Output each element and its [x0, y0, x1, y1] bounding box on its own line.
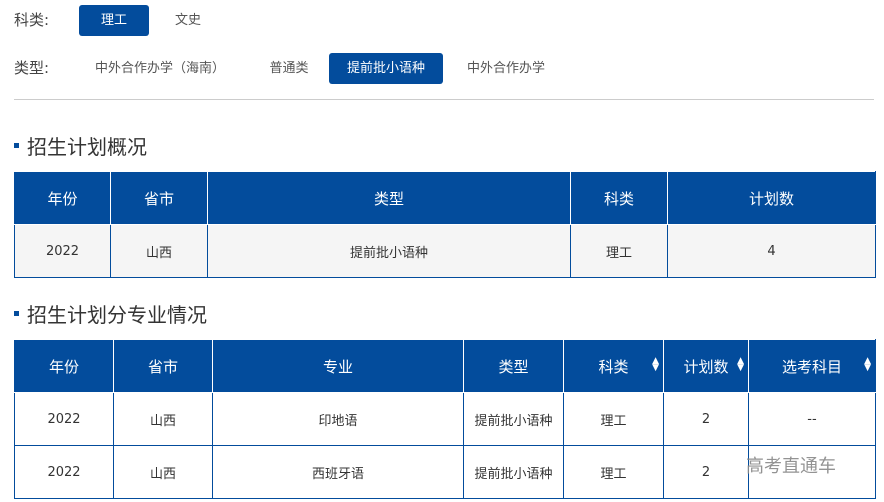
divider — [14, 99, 874, 100]
square-bullet-icon — [14, 143, 19, 148]
sort-icon[interactable]: ▲ ▼ — [864, 357, 871, 373]
cell: 山西 — [113, 445, 213, 499]
cell: 理工 — [563, 392, 664, 446]
overview-heading: 招生计划概况 — [14, 131, 147, 160]
col-year: 年份 — [14, 171, 111, 225]
type-option-3[interactable]: 中外合作办学 — [455, 53, 557, 84]
cell: -- — [748, 392, 876, 446]
subject-option-wenshi[interactable]: 文史 — [160, 5, 216, 36]
cell: 提前批小语种 — [463, 445, 564, 499]
cell: 提前批小语种 — [463, 392, 564, 446]
col-type: 类型 — [463, 339, 564, 393]
cell: 西班牙语 — [212, 445, 464, 499]
cell: 2022 — [14, 224, 111, 278]
cell: 2022 — [14, 392, 114, 446]
header-label: 选考科目 — [781, 357, 842, 376]
header-label: 计划数 — [683, 357, 729, 376]
table-row: 2022 山西 印地语 提前批小语种 理工 2 -- — [14, 392, 876, 446]
col-province: 省市 — [110, 171, 208, 225]
overview-table: 年份 省市 类型 科类 计划数 2022 山西 提前批小语种 理工 4 — [14, 171, 876, 278]
col-major: 专业 — [212, 339, 464, 393]
col-plan: 计划数 — [667, 171, 876, 225]
col-year: 年份 — [14, 339, 114, 393]
cell: 2 — [663, 445, 749, 499]
subject-label: 科类: — [14, 11, 50, 29]
sort-icon[interactable]: ▲ ▼ — [652, 357, 659, 373]
col-subject-sortable[interactable]: 科类 ▲ ▼ — [563, 339, 664, 393]
watermark: 高考直通车 — [746, 456, 836, 477]
col-subject: 科类 — [570, 171, 668, 225]
type-label: 类型: — [14, 59, 50, 77]
col-province: 省市 — [113, 339, 213, 393]
cell: 山西 — [110, 224, 208, 278]
cell: 山西 — [113, 392, 213, 446]
header-label: 科类 — [598, 357, 629, 376]
majors-heading: 招生计划分专业情况 — [14, 299, 207, 328]
sort-icon[interactable]: ▲ ▼ — [737, 357, 744, 373]
table-row: 2022 山西 提前批小语种 理工 4 — [14, 224, 876, 278]
cell: 印地语 — [212, 392, 464, 446]
cell: 提前批小语种 — [207, 224, 571, 278]
cell: 2022 — [14, 445, 114, 499]
square-bullet-icon — [14, 311, 19, 316]
majors-title: 招生计划分专业情况 — [27, 303, 207, 327]
col-exam-subjects-sortable[interactable]: 选考科目 ▲ ▼ — [748, 339, 876, 393]
col-type: 类型 — [207, 171, 571, 225]
overview-title: 招生计划概况 — [27, 135, 147, 159]
subject-option-ligong[interactable]: 理工 — [79, 5, 149, 36]
cell: 4 — [667, 224, 876, 278]
type-option-1[interactable]: 普通类 — [258, 53, 320, 84]
cell: 2 — [663, 392, 749, 446]
cell: 理工 — [570, 224, 668, 278]
cell: 理工 — [563, 445, 664, 499]
type-option-2[interactable]: 提前批小语种 — [329, 53, 443, 84]
col-plan-sortable[interactable]: 计划数 ▲ ▼ — [663, 339, 749, 393]
type-option-0[interactable]: 中外合作办学（海南） — [85, 53, 235, 84]
